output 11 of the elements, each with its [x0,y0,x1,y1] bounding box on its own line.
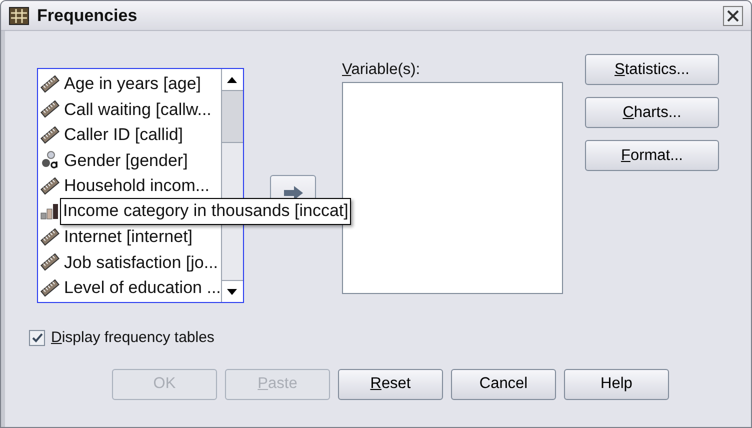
variable-name: Level of education ... [64,277,221,299]
variable-name: Caller ID [callid] [64,124,184,146]
variables-label: Variable(s): [342,60,422,80]
checkbox-label: Display frequency tables [51,328,214,348]
window-title: Frequencies [37,4,138,27]
variable-name: Gender [gender] [64,150,188,172]
variable-name: Household incom... [64,175,210,197]
variable-name: Job satisfaction [jo... [64,252,218,274]
variable-name: Call waiting [callw... [64,98,212,120]
variable-name: Internet [internet] [64,226,193,248]
variable-name: Age in years [age] [64,73,202,95]
